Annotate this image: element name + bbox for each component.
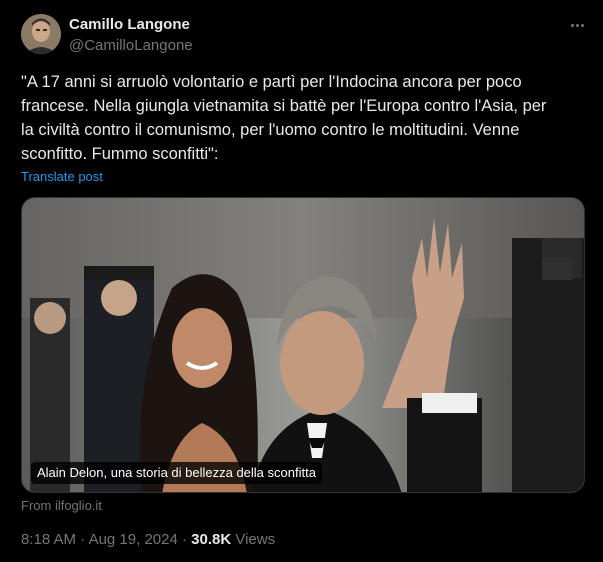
translate-post-link[interactable]: Translate post: [21, 168, 103, 186]
more-horizontal-icon-dot: [580, 23, 584, 27]
photo: [22, 198, 584, 492]
post-metadata: 8:18 AM · Aug 19, 2024 · 30.8K Views: [21, 530, 275, 550]
views-count: 30.8K: [191, 531, 232, 548]
post-text-line: sconfitto. Fummo sconfitti":: [21, 145, 219, 163]
link-source[interactable]: From ilfoglio.it: [21, 497, 102, 515]
post-text-line: francese. Nella giungla vietnamita si ba…: [21, 97, 547, 115]
tweet: Camillo Langone @CamilloLangone "A 17 an…: [0, 0, 603, 562]
more-horizontal-icon: [570, 23, 574, 27]
author-handle[interactable]: @CamilloLangone: [69, 36, 193, 56]
post-time[interactable]: 8:18 AM: [21, 531, 76, 548]
more-horizontal-icon-dot: [575, 23, 579, 27]
link-card-caption: Alain Delon, una storia di bellezza dell…: [31, 462, 322, 484]
separator: ·: [181, 531, 187, 548]
post-text-line: "A 17 anni si arruolò volontario e partì…: [21, 73, 522, 91]
post-text: "A 17 anni si arruolò volontario e partì…: [21, 70, 583, 166]
link-card-image[interactable]: Alain Delon, una storia di bellezza dell…: [21, 197, 585, 493]
views-label: Views: [235, 531, 276, 548]
separator: ·: [80, 531, 86, 548]
avatar-image: [21, 14, 61, 54]
more-options-button[interactable]: [566, 16, 588, 34]
post-date[interactable]: Aug 19, 2024: [89, 531, 178, 548]
avatar[interactable]: [21, 14, 61, 54]
author-name[interactable]: Camillo Langone: [69, 15, 190, 35]
post-text-line: la civiltà contro il comunismo, per l'uo…: [21, 121, 520, 139]
